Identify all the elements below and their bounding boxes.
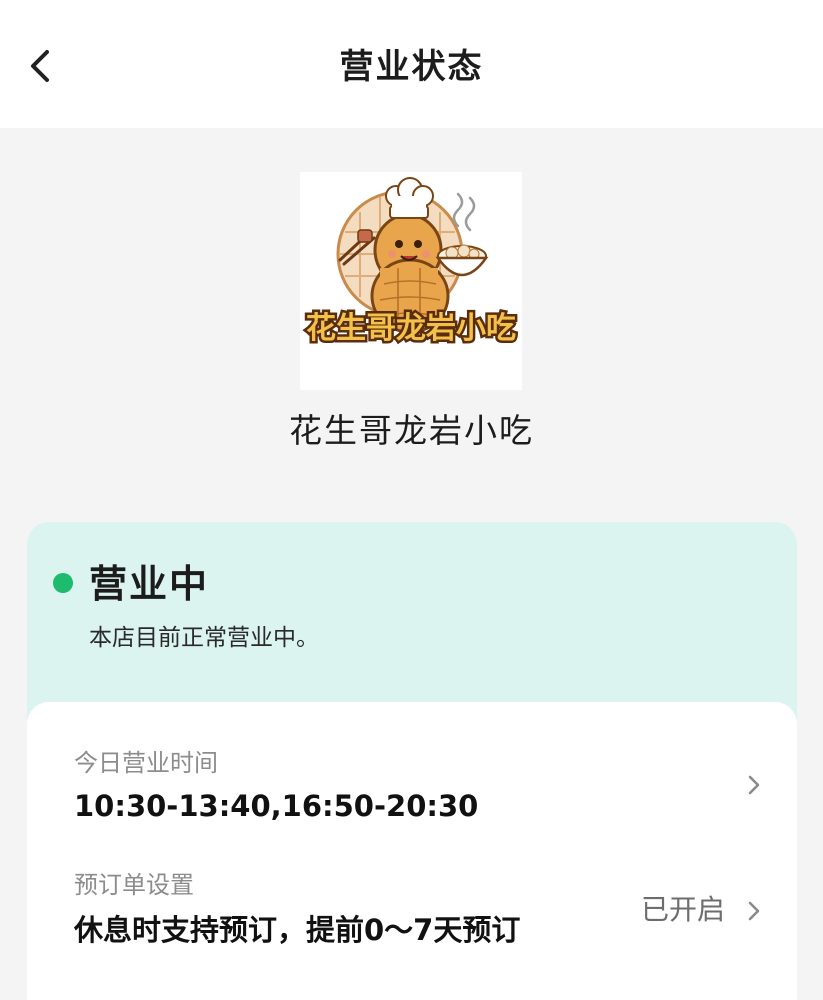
shop-name: 花生哥龙岩小吃 (289, 411, 534, 450)
chevron-right-icon (748, 775, 760, 795)
business-hours-label: 今日营业时间 (74, 749, 218, 777)
reservation-settings-row[interactable]: 预订单设置 休息时支持预订，提前0～7天预订 已开启 (27, 864, 797, 960)
reservation-settings-value: 休息时支持预订，提前0～7天预订 (74, 913, 521, 947)
shop-logo: 花生哥龙岩小吃 (300, 172, 522, 390)
status-indicator-dot (53, 573, 73, 593)
chevron-right-icon (748, 901, 760, 921)
status-description: 本店目前正常营业中。 (89, 625, 319, 651)
reservation-settings-label: 预订单设置 (74, 871, 194, 899)
reservation-status: 已开启 (640, 893, 725, 926)
settings-card: 今日营业时间 10:30-13:40,16:50-20:30 预订单设置 休息时… (27, 702, 797, 1000)
status-title: 营业中 (89, 562, 210, 606)
logo-text: 花生哥龙岩小吃 (306, 312, 516, 345)
page-title: 营业状态 (339, 47, 484, 87)
business-hours-row[interactable]: 今日营业时间 10:30-13:40,16:50-20:30 (27, 742, 797, 832)
business-hours-value: 10:30-13:40,16:50-20:30 (74, 789, 479, 823)
navigation-bar: 营业状态 (0, 0, 823, 128)
